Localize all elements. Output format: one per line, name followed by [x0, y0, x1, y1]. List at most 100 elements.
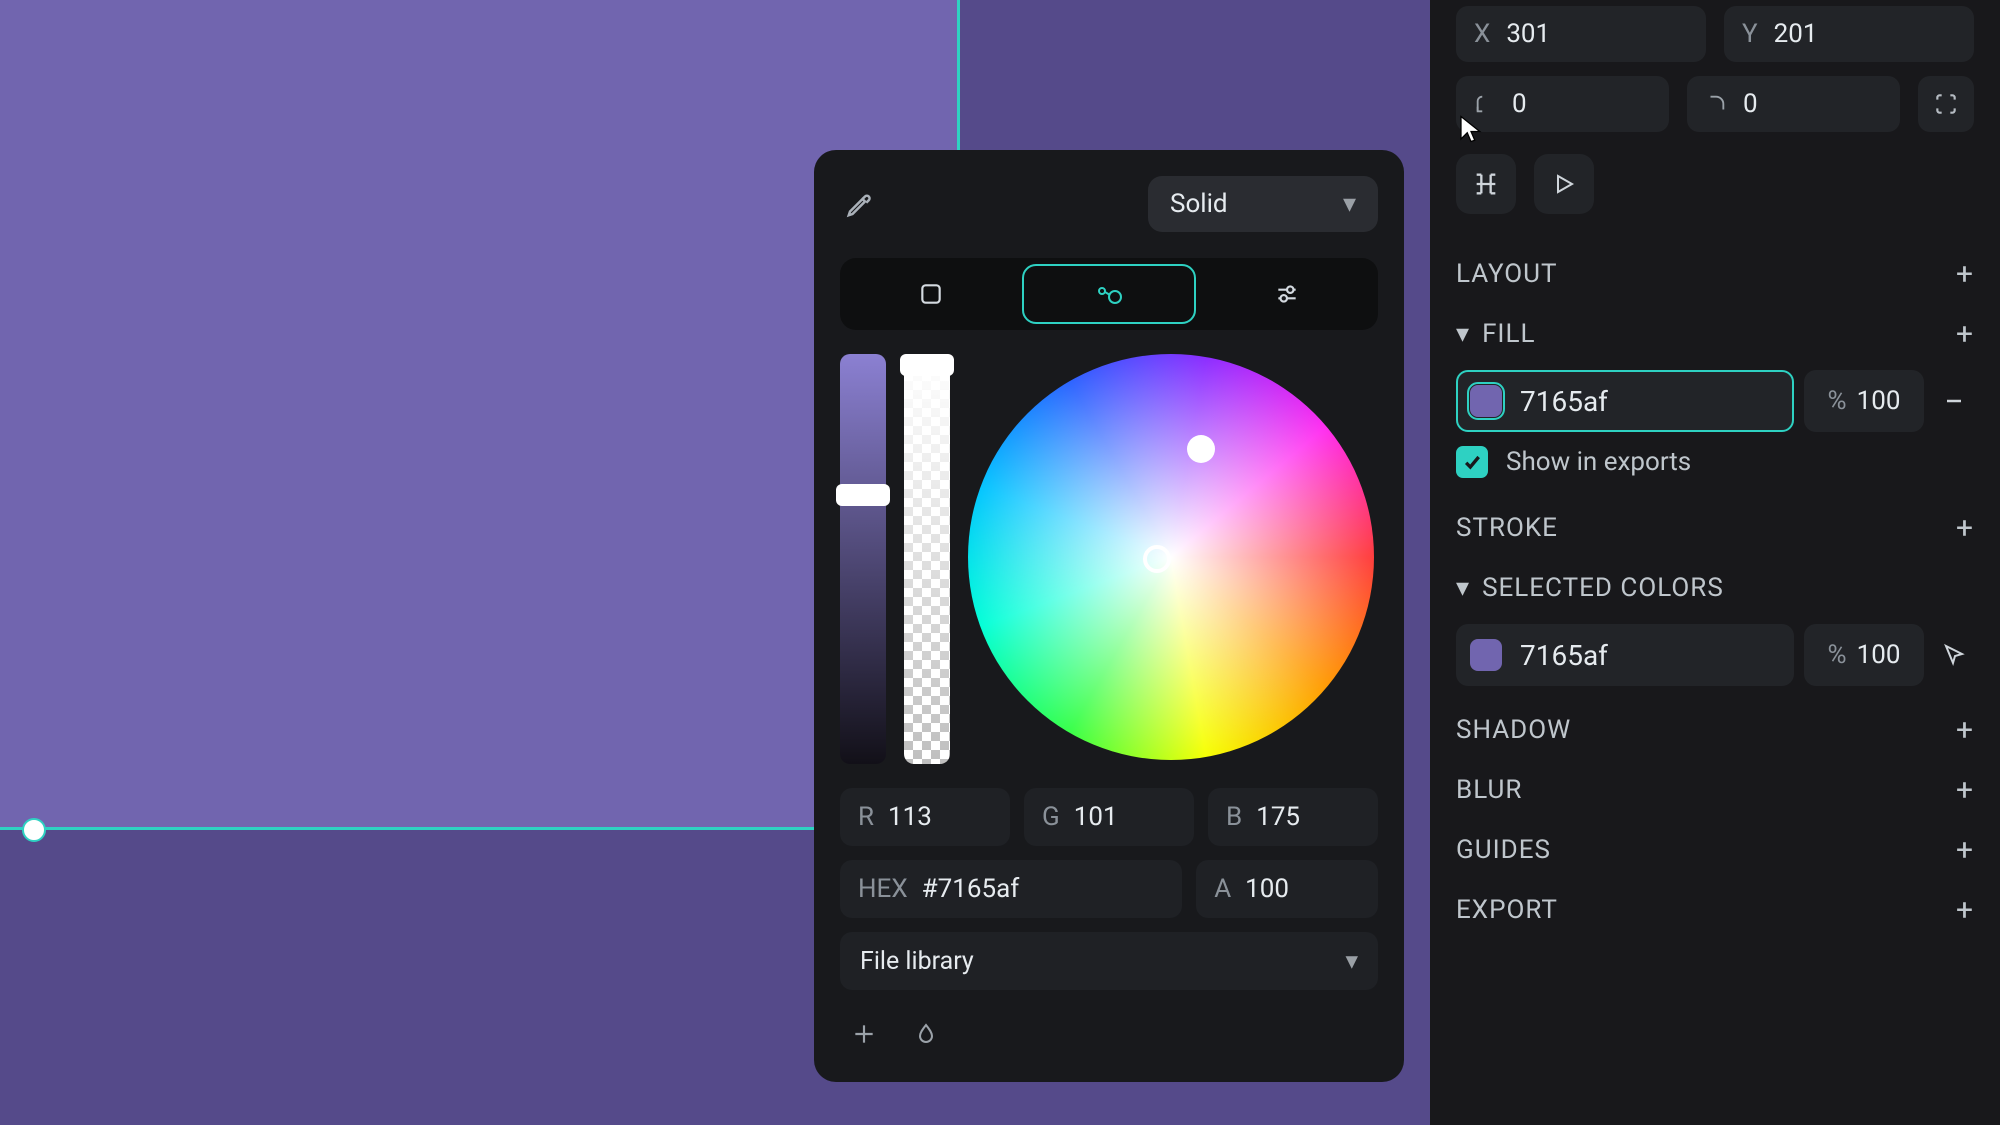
plus-icon[interactable]: +	[1956, 773, 1974, 808]
plus-icon[interactable]: +	[1956, 511, 1974, 546]
corners-icon	[1933, 91, 1959, 117]
rotation-icon	[1474, 93, 1496, 115]
fill-opacity-value: 100	[1857, 386, 1901, 416]
color-wheel[interactable]	[968, 354, 1374, 760]
plus-icon[interactable]: +	[1956, 257, 1974, 292]
selected-colors-title: SELECTED COLORS	[1482, 573, 1974, 603]
selected-color-entry: 7165af % 100	[1456, 624, 1974, 686]
show-in-exports-label: Show in exports	[1506, 447, 1691, 477]
y-label: Y	[1742, 19, 1758, 49]
chevron-down-icon: ▾	[1343, 189, 1356, 219]
remove-fill-button[interactable]	[1934, 381, 1974, 421]
plus-icon[interactable]: +	[1956, 317, 1974, 352]
stroke-title: STROKE	[1456, 513, 1558, 543]
alpha-slider[interactable]	[904, 354, 950, 764]
percent-label: %	[1828, 640, 1847, 670]
picker-tab-sliders[interactable]	[1202, 264, 1372, 324]
selected-color-opacity-value: 100	[1857, 640, 1901, 670]
picker-tab-wheel[interactable]	[1022, 264, 1196, 324]
corner-radius-value: 0	[1743, 89, 1758, 119]
selected-color-opacity-input[interactable]: % 100	[1804, 624, 1924, 686]
b-value: 175	[1256, 802, 1300, 832]
plus-icon[interactable]: +	[1956, 833, 1974, 868]
g-value: 101	[1074, 802, 1118, 832]
layout-section-header[interactable]: LAYOUT +	[1456, 244, 1974, 304]
chevron-down-icon: ▾	[1345, 946, 1358, 976]
fill-opacity-input[interactable]: % 100	[1804, 370, 1924, 432]
picker-tab-square[interactable]	[846, 264, 1016, 324]
check-icon	[1462, 452, 1482, 472]
layout-title: LAYOUT	[1456, 259, 1558, 289]
selected-color-pointer[interactable]	[1934, 635, 1974, 675]
minus-icon	[1942, 389, 1966, 413]
fill-section-header[interactable]: ▾ FILL +	[1456, 304, 1974, 364]
guides-section-header[interactable]: GUIDES +	[1456, 820, 1974, 880]
color-drop-button[interactable]	[908, 1016, 944, 1052]
plus-icon	[851, 1021, 877, 1047]
brightness-thumb[interactable]	[836, 484, 890, 506]
expand-radii-button[interactable]	[1918, 76, 1974, 132]
corner-radius-icon	[1705, 93, 1727, 115]
pointer-icon	[1942, 642, 1966, 668]
fill-swatch[interactable]	[1470, 385, 1502, 417]
auto-layout-button[interactable]	[1456, 154, 1516, 214]
rotation-field[interactable]: 0	[1456, 76, 1669, 132]
library-select[interactable]: File library ▾	[840, 932, 1378, 990]
add-swatch-button[interactable]	[846, 1016, 882, 1052]
fill-type-select[interactable]: Solid ▾	[1148, 176, 1378, 232]
play-prototype-button[interactable]	[1534, 154, 1594, 214]
fill-type-label: Solid	[1170, 189, 1228, 219]
x-value: 301	[1506, 19, 1550, 49]
hex-field[interactable]: HEX #7165af	[840, 860, 1182, 918]
selected-color-swatch[interactable]	[1470, 639, 1502, 671]
picker-mode-tabs	[840, 258, 1378, 330]
wheel-marker-complement[interactable]	[1187, 435, 1215, 463]
r-label: R	[858, 802, 874, 832]
fill-color-input[interactable]: 7165af	[1456, 370, 1794, 432]
percent-label: %	[1828, 386, 1847, 416]
cursor-icon	[1458, 114, 1484, 144]
corner-radius-field[interactable]: 0	[1687, 76, 1900, 132]
g-label: G	[1042, 802, 1060, 832]
hex-label: HEX	[858, 874, 908, 904]
alpha-thumb[interactable]	[900, 354, 954, 376]
wheel-marker-primary[interactable]	[1143, 545, 1171, 573]
show-in-exports-checkbox[interactable]	[1456, 446, 1488, 478]
export-section-header[interactable]: EXPORT +	[1456, 880, 1974, 940]
y-field[interactable]: Y 201	[1724, 6, 1974, 62]
chevron-down-icon: ▾	[1456, 319, 1470, 349]
library-label: File library	[860, 947, 974, 976]
alpha-value: 100	[1245, 874, 1289, 904]
alpha-field[interactable]: A 100	[1196, 860, 1378, 918]
stroke-section-header[interactable]: STROKE +	[1456, 498, 1974, 558]
blur-section-header[interactable]: BLUR +	[1456, 760, 1974, 820]
selected-color-input[interactable]: 7165af	[1456, 624, 1794, 686]
plus-icon[interactable]: +	[1956, 893, 1974, 928]
shadow-title: SHADOW	[1456, 715, 1571, 745]
selected-color-hex: 7165af	[1520, 639, 1608, 672]
auto-layout-icon	[1472, 170, 1500, 198]
blur-title: BLUR	[1456, 775, 1522, 805]
play-icon	[1552, 172, 1576, 196]
r-field[interactable]: R 113	[840, 788, 1010, 846]
harmony-icon	[1093, 281, 1125, 307]
inspector-panel: X 301 Y 201 0 0 LAYOUT + ▾	[1430, 0, 2000, 1125]
fill-entry: 7165af % 100	[1456, 370, 1974, 432]
eyedropper-button[interactable]	[840, 184, 880, 224]
b-field[interactable]: B 175	[1208, 788, 1378, 846]
chevron-down-icon: ▾	[1456, 573, 1470, 603]
selection-handle-bottom-left[interactable]	[22, 818, 46, 842]
g-field[interactable]: G 101	[1024, 788, 1194, 846]
plus-icon[interactable]: +	[1956, 713, 1974, 748]
fill-title: FILL	[1482, 319, 1944, 349]
y-value: 201	[1774, 19, 1818, 49]
export-title: EXPORT	[1456, 895, 1558, 925]
droplet-icon	[914, 1021, 938, 1047]
alpha-label: A	[1214, 874, 1231, 904]
show-in-exports-row[interactable]: Show in exports	[1456, 446, 1974, 478]
b-label: B	[1226, 802, 1242, 832]
selected-colors-section-header[interactable]: ▾ SELECTED COLORS	[1456, 558, 1974, 618]
shadow-section-header[interactable]: SHADOW +	[1456, 700, 1974, 760]
x-field[interactable]: X 301	[1456, 6, 1706, 62]
brightness-slider[interactable]	[840, 354, 886, 764]
